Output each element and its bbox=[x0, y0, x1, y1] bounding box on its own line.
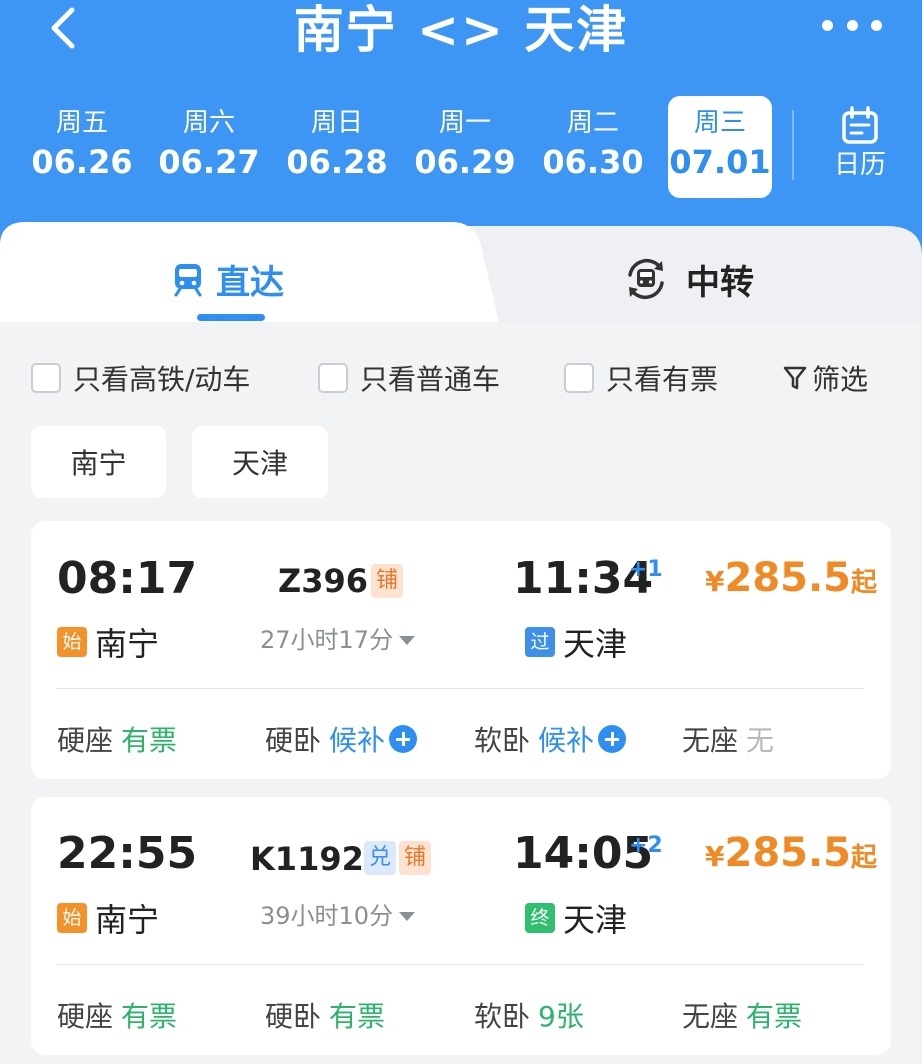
duration: 39小时10分 bbox=[260, 902, 394, 930]
date-item[interactable]: 周六 06.27 bbox=[157, 96, 261, 198]
header-bar: 南宁 <> 天津 周五 06.26 周六 06.27 周日 06.28 周一 0… bbox=[0, 0, 922, 260]
pass-tag: 过 bbox=[525, 627, 555, 657]
seat-hard-seat[interactable]: 硬座 有票 bbox=[57, 995, 177, 1035]
date-item[interactable]: 周二 06.30 bbox=[541, 96, 645, 198]
day-offset: +1 bbox=[629, 557, 663, 582]
seat-no-seat[interactable]: 无座 无 bbox=[682, 719, 774, 759]
tab-background bbox=[0, 222, 922, 352]
checkbox-high-speed[interactable]: 只看高铁/动车 bbox=[31, 356, 250, 400]
depart-time: 22:55 bbox=[57, 828, 198, 879]
sleeper-badge: 铺 bbox=[371, 564, 404, 598]
price: ¥285.5起 bbox=[705, 830, 878, 876]
date-item-selected[interactable]: 周三 07.01 bbox=[668, 96, 772, 198]
page-title: 南宁 <> 天津 bbox=[293, 1, 629, 59]
calendar-icon bbox=[842, 106, 878, 144]
checkbox-box[interactable] bbox=[564, 363, 594, 393]
seat-hard-sleeper[interactable]: 硬卧 有票 bbox=[265, 995, 385, 1035]
divider bbox=[56, 964, 864, 965]
tab-indicator bbox=[197, 314, 265, 321]
funnel-icon bbox=[783, 366, 807, 390]
date-item[interactable]: 周日 06.28 bbox=[285, 96, 389, 198]
date-strip: 周五 06.26 周六 06.27 周日 06.28 周一 06.29 周二 0… bbox=[0, 96, 922, 200]
transfer-icon bbox=[628, 258, 664, 300]
filter-button[interactable]: 筛选 bbox=[782, 356, 868, 400]
station-chip-to[interactable]: 天津 bbox=[192, 426, 328, 498]
station-chip-from[interactable]: 南宁 bbox=[31, 426, 166, 498]
depart-time: 08:17 bbox=[57, 553, 198, 604]
sleeper-badge: 铺 bbox=[399, 841, 432, 875]
start-tag: 始 bbox=[57, 903, 87, 933]
train-icon bbox=[174, 264, 202, 297]
plus-circle-icon[interactable] bbox=[598, 725, 627, 753]
train-number: K1192 bbox=[250, 840, 364, 878]
seat-soft-sleeper[interactable]: 软卧 候补 bbox=[474, 719, 627, 759]
checkbox-available-only[interactable]: 只看有票 bbox=[564, 356, 718, 400]
tab-bar: 直达 中转 bbox=[0, 222, 922, 352]
seat-hard-seat[interactable]: 硬座 有票 bbox=[57, 719, 177, 759]
train-card[interactable]: 22:55 K1192 兑 铺 39小时10分 14:05 +2 ¥285.5起… bbox=[31, 797, 891, 1055]
date-item[interactable]: 周一 06.29 bbox=[413, 96, 517, 198]
caret-down-icon bbox=[399, 635, 416, 645]
caret-down-icon bbox=[399, 911, 416, 921]
filter-row: 只看高铁/动车 只看普通车 只看有票 筛选 bbox=[0, 356, 922, 400]
price: ¥285.5起 bbox=[705, 555, 878, 601]
plus-circle-icon[interactable] bbox=[389, 725, 418, 753]
more-dots-icon bbox=[822, 20, 833, 31]
duration: 27小时17分 bbox=[260, 626, 394, 654]
date-item[interactable]: 周五 06.26 bbox=[30, 96, 134, 198]
divider bbox=[792, 110, 794, 180]
more-button[interactable] bbox=[822, 20, 882, 34]
day-offset: +2 bbox=[629, 833, 663, 858]
exchange-badge: 兑 bbox=[364, 841, 397, 875]
from-station: 始 南宁 bbox=[57, 895, 159, 941]
start-tag: 始 bbox=[57, 627, 87, 657]
to-station: 终 天津 bbox=[525, 895, 627, 941]
tab-direct[interactable]: 直达 bbox=[170, 254, 284, 304]
train-card[interactable]: 08:17 Z396 铺 27小时17分 11:34 +1 ¥285.5起 始 … bbox=[31, 521, 891, 779]
checkbox-box[interactable] bbox=[31, 363, 61, 393]
seat-no-seat[interactable]: 无座 有票 bbox=[682, 995, 802, 1035]
tab-transfer[interactable]: 中转 bbox=[622, 254, 754, 304]
to-station: 过 天津 bbox=[525, 619, 627, 665]
train-number: Z396 bbox=[278, 562, 368, 600]
end-tag: 终 bbox=[525, 903, 555, 933]
seat-hard-sleeper[interactable]: 硬卧 候补 bbox=[265, 719, 418, 759]
checkbox-box[interactable] bbox=[318, 363, 348, 393]
seat-soft-sleeper[interactable]: 软卧 9张 bbox=[474, 995, 584, 1035]
divider bbox=[56, 688, 864, 689]
duration-toggle[interactable]: 27小时17分 bbox=[260, 625, 416, 655]
checkbox-normal-train[interactable]: 只看普通车 bbox=[318, 356, 500, 400]
calendar-button[interactable]: 日历 bbox=[820, 106, 900, 180]
from-station: 始 南宁 bbox=[57, 619, 159, 665]
duration-toggle[interactable]: 39小时10分 bbox=[260, 901, 416, 931]
